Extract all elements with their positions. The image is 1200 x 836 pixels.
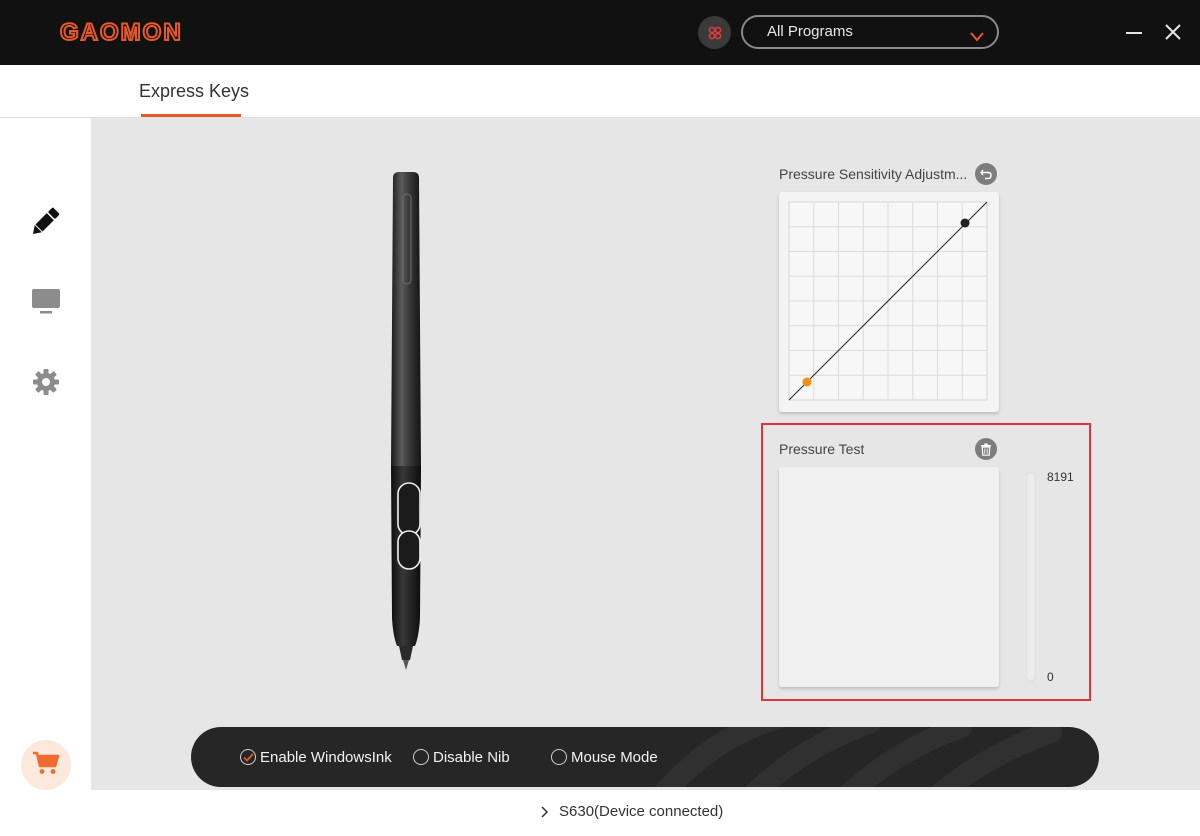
windows-ink-label: Enable WindowsInk	[260, 748, 392, 766]
pen-illustration	[387, 170, 427, 674]
gear-icon[interactable]	[26, 362, 66, 402]
disable-nib-label: Disable Nib	[433, 748, 510, 766]
title-bar: GAOMON All Programs	[0, 0, 1200, 65]
mouse-mode-label: Mouse Mode	[571, 748, 658, 766]
windows-ink-check-icon	[240, 749, 256, 765]
active-tab-indicator	[141, 114, 241, 117]
disable-nib-radio[interactable]: Disable Nib	[413, 747, 510, 767]
disable-nib-radio-icon	[413, 749, 429, 765]
highlight-box	[761, 423, 1091, 701]
device-status-text: S630(Device connected)	[559, 803, 724, 820]
pressure-sensitivity-title: Pressure Sensitivity Adjustm...	[779, 166, 968, 182]
cart-icon	[32, 750, 60, 781]
status-bar: S630(Device connected)	[91, 790, 1200, 836]
program-select[interactable]: All Programs	[741, 15, 999, 49]
curve-max-handle[interactable]	[960, 218, 970, 228]
curve-min-handle[interactable]	[802, 377, 812, 387]
minimize-icon[interactable]	[1120, 18, 1148, 46]
pressure-curve-editor[interactable]	[779, 192, 999, 412]
monitor-icon[interactable]	[26, 281, 66, 321]
sidebar	[0, 118, 91, 836]
mouse-mode-radio[interactable]: Mouse Mode	[551, 747, 658, 767]
app-grid-icon[interactable]	[698, 16, 731, 49]
tab-express-keys[interactable]: Express Keys	[139, 81, 249, 102]
close-icon[interactable]	[1159, 18, 1187, 46]
pen-icon[interactable]	[25, 202, 65, 242]
program-select-value: All Programs	[767, 23, 853, 40]
pen-options-bar: Enable WindowsInk Disable Nib Mouse Mode	[191, 727, 1099, 787]
windows-ink-checkbox[interactable]: Enable WindowsInk	[240, 747, 392, 767]
mouse-mode-radio-icon	[551, 749, 567, 765]
gaomon-logo: GAOMON	[59, 18, 230, 47]
tab-bar: Express Keys	[0, 65, 1200, 118]
undo-icon[interactable]	[975, 163, 997, 185]
cart-button[interactable]	[21, 740, 71, 790]
chevron-down-icon	[969, 25, 985, 55]
svg-text:GAOMON: GAOMON	[60, 20, 183, 44]
main-panel: Pressure Sensitivity Adjustm... Pressure…	[91, 118, 1200, 790]
chevron-right-icon	[541, 805, 549, 818]
device-status[interactable]: S630(Device connected)	[541, 803, 723, 820]
